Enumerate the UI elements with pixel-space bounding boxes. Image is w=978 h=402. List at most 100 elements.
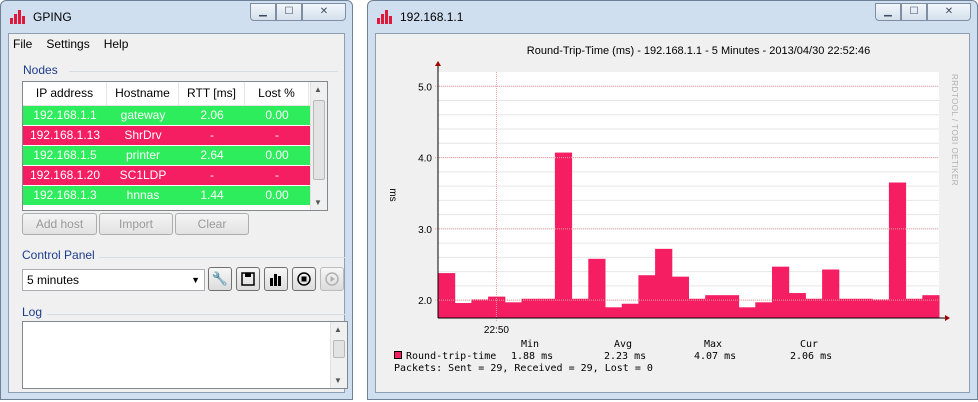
data-bar <box>538 298 556 318</box>
data-bar <box>655 248 673 318</box>
minimize-icon[interactable]: ▁ <box>875 3 901 21</box>
data-bar <box>605 307 623 318</box>
data-bar <box>621 303 639 318</box>
column-header[interactable]: Hostname <box>107 82 179 105</box>
chart-title: Round-Trip-Time (ms) - 192.168.1.1 - 5 M… <box>527 45 870 57</box>
table-row[interactable]: 192.168.1.3 hnnas 1.44 0.00 <box>23 186 327 206</box>
stats-header: Min <box>521 339 540 350</box>
data-bar <box>554 152 573 318</box>
import-button[interactable]: Import <box>99 213 173 235</box>
packets-summary: Packets: Sent = 29, Received = 29, Lost … <box>394 363 653 374</box>
table-cell-lost: 0.00 <box>265 148 289 162</box>
window-title: 192.168.1.1 <box>400 10 464 24</box>
data-bar <box>671 276 689 318</box>
data-bar <box>755 302 773 318</box>
data-bar <box>888 182 907 318</box>
chevron-down-icon[interactable]: ▼ <box>191 270 200 290</box>
table-cell-lost: - <box>275 168 279 182</box>
stats-header: Max <box>704 339 723 350</box>
data-bar <box>438 273 456 318</box>
scroll-thumb[interactable] <box>313 100 325 180</box>
scroll-up-icon[interactable]: ▲ <box>334 325 342 334</box>
menu-settings[interactable]: Settings <box>46 37 89 51</box>
play-icon[interactable] <box>320 267 344 291</box>
scroll-down-icon[interactable]: ▼ <box>314 198 322 207</box>
add-host-button[interactable]: Add host <box>22 213 97 235</box>
title-bar[interactable]: GPING ▁ ☐ ✕ <box>1 1 352 33</box>
data-bar <box>788 293 806 318</box>
table-cell-rtt: 2.64 <box>200 148 224 162</box>
data-bar <box>738 307 756 318</box>
table-row[interactable]: 192.168.1.13 ShrDrv - - <box>23 126 327 146</box>
table-cell-ip: 192.168.1.20 <box>29 168 101 182</box>
close-icon[interactable]: ✕ <box>302 3 346 21</box>
column-header[interactable]: IP address <box>23 82 107 105</box>
table-cell-ip: 192.168.1.13 <box>29 128 101 142</box>
log-title: Log <box>22 305 43 319</box>
data-bar <box>772 266 790 318</box>
graph-window: 192.168.1.1 ▁ ☐ ✕ 5.0 4.0 3.0 2.0 22:50 Round… <box>367 0 978 400</box>
legend-label: Round-trip-time <box>406 351 497 362</box>
interval-select[interactable]: 5 minutes ▼ <box>22 269 205 291</box>
wrench-icon[interactable]: 🔧 <box>208 267 232 291</box>
column-header[interactable]: Lost % <box>245 82 309 105</box>
stats-header: Avg <box>614 339 633 350</box>
stats-values-row: Round-trip-time 1.88 ms 2.23 ms 4.07 ms … <box>394 351 832 363</box>
save-icon[interactable] <box>236 267 260 291</box>
table-cell-lost: - <box>275 128 279 142</box>
table-row[interactable]: 192.168.1.5 printer 2.64 0.00 <box>23 146 327 166</box>
stat-max: 4.07 ms <box>694 351 737 362</box>
data-bar <box>721 295 740 318</box>
data-bar <box>504 302 522 318</box>
table-cell-host: printer <box>125 148 160 162</box>
data-bar <box>454 303 472 318</box>
data-bar <box>838 298 856 318</box>
table-row[interactable]: 192.168.1.1 gateway 2.06 0.00 <box>23 106 327 126</box>
log-textarea[interactable]: ▲ ▼ <box>22 321 348 389</box>
nodes-section-title: Nodes <box>23 63 58 77</box>
table-cell-rtt: 1.44 <box>200 188 224 202</box>
table-cell-host: hnnas <box>126 188 160 202</box>
scroll-up-icon[interactable]: ▲ <box>314 85 322 94</box>
divider <box>47 314 346 315</box>
log-scrollbar[interactable]: ▲ ▼ <box>330 322 347 388</box>
menu-help[interactable]: Help <box>104 37 129 51</box>
data-bar <box>822 269 840 318</box>
rrd-graph: 5.0 4.0 3.0 2.0 22:50 Round-Trip-Time (ms) - … <box>375 33 970 393</box>
data-bar <box>471 299 489 318</box>
bar-chart-app-icon <box>377 10 393 24</box>
rtt-chart: 5.0 4.0 3.0 2.0 22:50 Round-Trip-Time (ms) - … <box>387 45 950 336</box>
stats-block: Min Avg Max Cur Round-trip-time 1.88 ms … <box>394 339 832 375</box>
table-cell-ip: 192.168.1.3 <box>33 188 97 202</box>
table-cell-host: SC1LDP <box>119 168 167 182</box>
interval-value: 5 minutes <box>27 273 80 287</box>
menu-file[interactable]: File <box>13 37 32 51</box>
stop-icon[interactable] <box>292 267 316 291</box>
maximize-icon[interactable]: ☐ <box>901 3 927 21</box>
close-icon[interactable]: ✕ <box>927 3 971 21</box>
control-panel-title: Control Panel <box>22 248 95 262</box>
title-bar[interactable]: 192.168.1.1 ▁ ☐ ✕ <box>368 1 977 33</box>
minimize-icon[interactable]: ▁ <box>250 3 276 21</box>
data-bar <box>872 299 890 318</box>
data-bar <box>638 275 656 318</box>
chart-icon[interactable] <box>264 267 288 291</box>
table-cell-ip: 192.168.1.5 <box>33 148 97 162</box>
x-axis-arrow <box>945 315 950 321</box>
bar-chart-app-icon <box>10 10 26 24</box>
table-cell-rtt: - <box>210 128 214 142</box>
maximize-icon[interactable]: ☐ <box>276 3 302 21</box>
x-tick-label: 22:50 <box>484 325 509 336</box>
clear-button[interactable]: Clear <box>175 213 249 235</box>
column-header[interactable]: RTT [ms] <box>179 82 245 105</box>
stat-cur: 2.06 ms <box>790 351 833 362</box>
legend-swatch <box>394 351 402 359</box>
scroll-down-icon[interactable]: ▼ <box>334 376 342 385</box>
nodes-table[interactable]: IP address Hostname RTT [ms] Lost % 192.… <box>22 81 328 211</box>
scroll-thumb[interactable] <box>333 340 345 358</box>
table-scrollbar[interactable]: ▲ ▼ <box>310 82 327 210</box>
y-tick-label: 2.0 <box>418 296 432 307</box>
table-row[interactable]: 192.168.1.20 SC1LDP - - <box>23 166 327 186</box>
table-cell-ip: 192.168.1.1 <box>33 108 97 122</box>
rrdtool-credit: RRDTOOL / TOBI OETIKER <box>950 74 959 187</box>
